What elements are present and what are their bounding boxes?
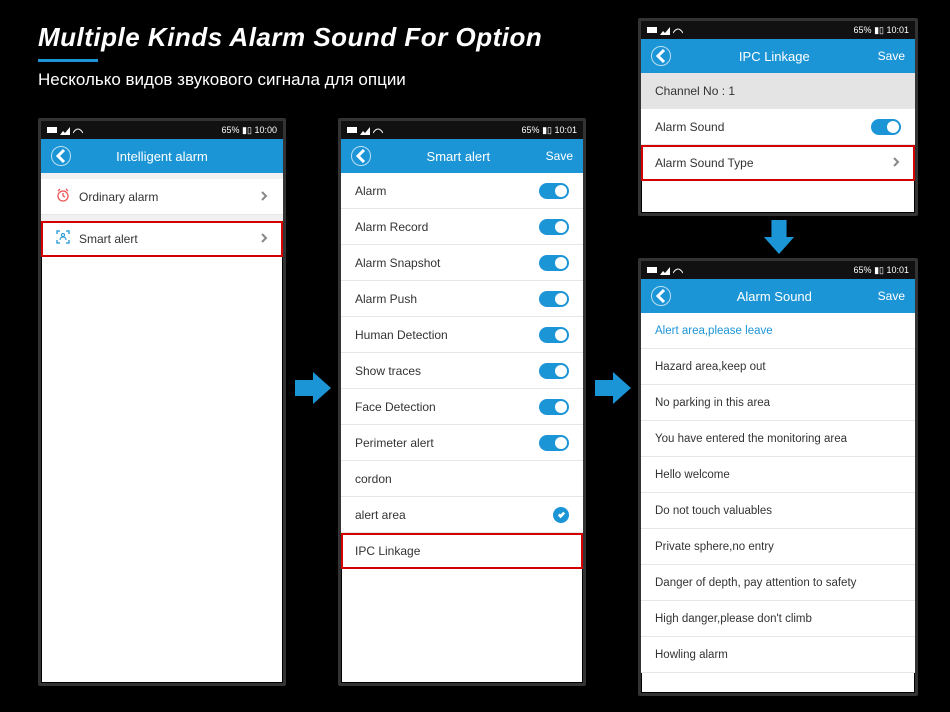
- status-right: 65% ▮▯ 10:00: [222, 125, 277, 136]
- toggle-on-icon[interactable]: [539, 183, 569, 199]
- check-icon: [553, 507, 569, 523]
- scan-icon: [55, 229, 71, 248]
- nav-title: IPC Linkage: [671, 49, 878, 64]
- save-button[interactable]: Save: [878, 49, 905, 63]
- nav-bar: Smart alert Save: [341, 139, 583, 173]
- nav-bar: Intelligent alarm: [41, 139, 283, 173]
- toggle-row[interactable]: Alarm Push: [341, 281, 583, 317]
- sound-option-selected[interactable]: Alert area,please leave: [641, 313, 915, 349]
- toggle-on-icon[interactable]: [539, 255, 569, 271]
- alarm-sound-toggle[interactable]: Alarm Sound: [641, 109, 915, 145]
- plain-row[interactable]: cordon: [341, 461, 583, 497]
- channel-row: Channel No : 1: [641, 73, 915, 109]
- sound-option[interactable]: You have entered the monitoring area: [641, 421, 915, 457]
- toggle-on-icon[interactable]: [539, 327, 569, 343]
- status-bar: 65% ▮▯ 10:01: [641, 21, 915, 39]
- toggle-on-icon[interactable]: [539, 219, 569, 235]
- nav-bar: Alarm Sound Save: [641, 279, 915, 313]
- sound-option[interactable]: Danger of depth, pay attention to safety: [641, 565, 915, 601]
- nav-bar: IPC Linkage Save: [641, 39, 915, 73]
- toggle-on-icon[interactable]: [871, 119, 901, 135]
- nav-title: Alarm Sound: [671, 289, 878, 304]
- back-button[interactable]: [351, 146, 371, 166]
- phone-smart-alert: 65% ▮▯ 10:01 Smart alert Save AlarmAlarm…: [338, 118, 586, 686]
- toggle-row[interactable]: Alarm Snapshot: [341, 245, 583, 281]
- toggle-row[interactable]: Alarm Record: [341, 209, 583, 245]
- chevron-right-icon: [259, 232, 269, 246]
- status-icons: [47, 125, 83, 135]
- toggle-row[interactable]: Show traces: [341, 353, 583, 389]
- page-title: Multiple Kinds Alarm Sound For Option: [38, 22, 542, 53]
- save-button[interactable]: Save: [546, 149, 573, 163]
- nav-title: Smart alert: [371, 149, 546, 164]
- toggle-on-icon[interactable]: [539, 291, 569, 307]
- status-bar: 65% ▮▯ 10:00: [41, 121, 283, 139]
- arrow-right-icon: [295, 370, 331, 411]
- arrow-down-icon: [762, 220, 796, 259]
- phone-alarm-sound: 65% ▮▯ 10:01 Alarm Sound Save Alert area…: [638, 258, 918, 696]
- chevron-right-icon: [891, 156, 901, 170]
- back-button[interactable]: [651, 46, 671, 66]
- sound-option[interactable]: High danger,please don't climb: [641, 601, 915, 637]
- sound-option[interactable]: Hello welcome: [641, 457, 915, 493]
- toggle-row[interactable]: Face Detection: [341, 389, 583, 425]
- menu-item-ordinary-alarm[interactable]: Ordinary alarm: [41, 179, 283, 215]
- toggle-row[interactable]: Alarm: [341, 173, 583, 209]
- page-header: Multiple Kinds Alarm Sound For Option Не…: [38, 22, 542, 90]
- clock-icon: [55, 187, 71, 206]
- arrow-right-icon: [595, 370, 631, 411]
- ipc-linkage-row[interactable]: IPC Linkage: [341, 533, 583, 569]
- sound-option[interactable]: No parking in this area: [641, 385, 915, 421]
- back-button[interactable]: [651, 286, 671, 306]
- menu-list: Ordinary alarm Smart alert: [41, 179, 283, 257]
- sound-option[interactable]: Howling alarm: [641, 637, 915, 673]
- sound-option[interactable]: Private sphere,no entry: [641, 529, 915, 565]
- back-button[interactable]: [51, 146, 71, 166]
- phone-ipc-linkage: 65% ▮▯ 10:01 IPC Linkage Save Channel No…: [638, 18, 918, 216]
- title-underline: [38, 59, 98, 62]
- sound-list: Alert area,please leave Hazard area,keep…: [641, 313, 915, 673]
- settings-list: AlarmAlarm RecordAlarm SnapshotAlarm Pus…: [341, 173, 583, 569]
- battery-icon: ▮▯: [242, 125, 252, 135]
- nav-title: Intelligent alarm: [71, 149, 253, 164]
- save-button[interactable]: Save: [878, 289, 905, 303]
- status-bar: 65% ▮▯ 10:01: [341, 121, 583, 139]
- alarm-sound-type[interactable]: Alarm Sound Type: [641, 145, 915, 181]
- checked-row[interactable]: alert area: [341, 497, 583, 533]
- phone-intelligent-alarm: 65% ▮▯ 10:00 Intelligent alarm Ordinary …: [38, 118, 286, 686]
- toggle-row[interactable]: Human Detection: [341, 317, 583, 353]
- toggle-on-icon[interactable]: [539, 363, 569, 379]
- menu-item-smart-alert[interactable]: Smart alert: [41, 221, 283, 257]
- sound-option[interactable]: Hazard area,keep out: [641, 349, 915, 385]
- toggle-on-icon[interactable]: [539, 399, 569, 415]
- page-subtitle: Несколько видов звукового сигнала для оп…: [38, 70, 542, 90]
- toggle-on-icon[interactable]: [539, 435, 569, 451]
- chevron-right-icon: [259, 190, 269, 204]
- toggle-row[interactable]: Perimeter alert: [341, 425, 583, 461]
- sound-option[interactable]: Do not touch valuables: [641, 493, 915, 529]
- status-bar: 65% ▮▯ 10:01: [641, 261, 915, 279]
